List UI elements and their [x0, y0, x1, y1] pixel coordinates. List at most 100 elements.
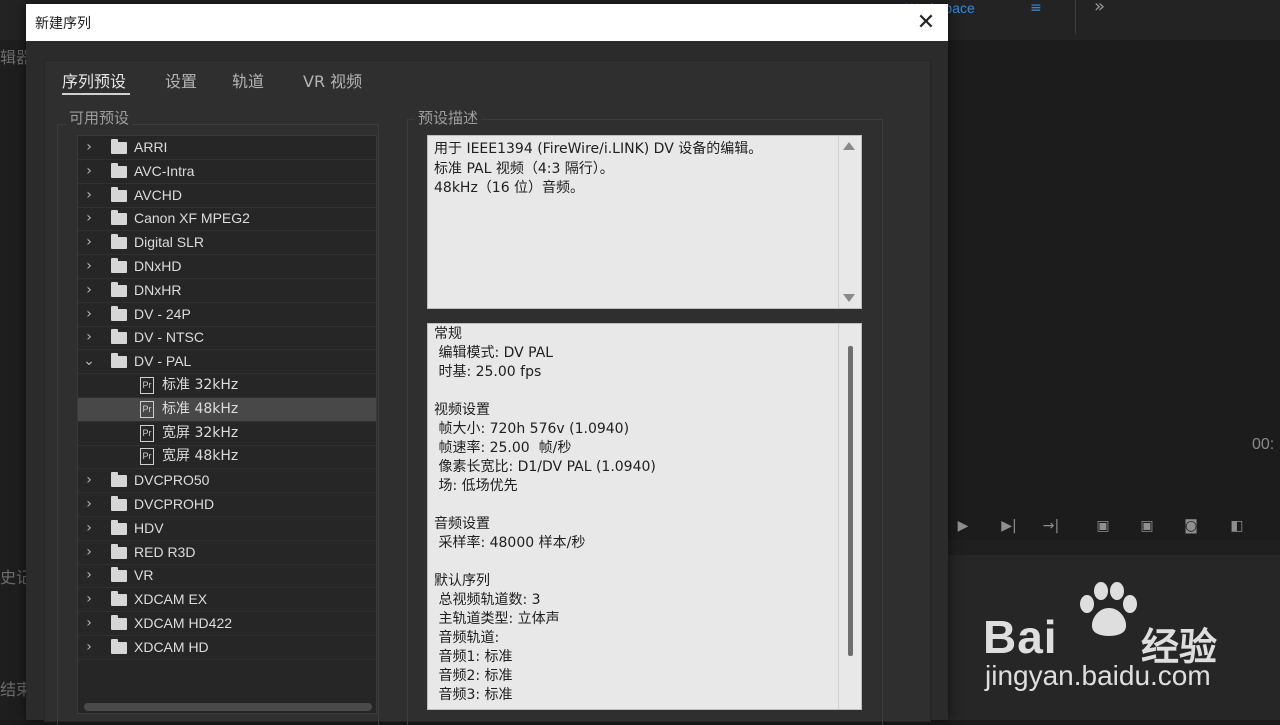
- preset-folder-label: AVCHD: [134, 186, 182, 203]
- folder-icon: [111, 162, 127, 178]
- preset-detail-line: 视频设置: [434, 402, 490, 418]
- preset-folder-row[interactable]: › XDCAM HD422: [78, 612, 376, 636]
- folder-icon: [111, 472, 127, 488]
- preset-folder-row[interactable]: › ARRI: [78, 136, 376, 160]
- preset-tree[interactable]: › XDCAM HD › XDCAM HD422 › XDCAM EX › VR › RED R3…: [77, 135, 377, 714]
- compare-icon[interactable]: ◧: [1226, 515, 1248, 537]
- chevron-right-icon[interactable]: ›: [82, 469, 96, 492]
- scroll-up-icon[interactable]: [843, 142, 855, 150]
- preset-item-label: 标准 48kHz: [162, 400, 239, 417]
- folder-icon: [111, 638, 127, 654]
- play-icon[interactable]: ▶: [952, 515, 974, 537]
- scrollbar-thumb[interactable]: [848, 346, 853, 656]
- chevron-right-icon[interactable]: ›: [82, 588, 96, 611]
- preset-folder-label: DV - NTSC: [134, 329, 204, 346]
- scroll-down-icon[interactable]: [843, 294, 855, 302]
- tab-settings[interactable]: 设置: [165, 68, 197, 92]
- chevron-right-icon[interactable]: ›: [82, 517, 96, 540]
- preset-folder-row[interactable]: › DV - NTSC: [78, 326, 376, 351]
- insert-icon[interactable]: ▣: [1092, 515, 1114, 537]
- preset-detail-line: 时基: 25.00 fps: [434, 364, 542, 380]
- preset-detail-line: 总视频轨道数: 3: [434, 592, 541, 608]
- preset-detail-line: 主轨道类型: 立体声: [434, 611, 560, 627]
- go-to-out-icon[interactable]: →|: [1040, 515, 1062, 537]
- double-chevron-right-icon[interactable]: »: [1094, 0, 1105, 17]
- preset-detail-line: 音频3: 标准: [434, 687, 513, 703]
- preset-item-row[interactable]: Pr 标准 32kHz: [78, 374, 376, 398]
- preset-description-label: 预设描述: [415, 107, 482, 128]
- premiere-preset-icon: Pr: [140, 377, 154, 394]
- camera-icon[interactable]: ◙: [1180, 515, 1202, 537]
- preset-folder-row[interactable]: › HDV: [78, 517, 376, 541]
- chevron-right-icon[interactable]: ›: [82, 207, 96, 230]
- preset-folder-label: DVCPROHD: [134, 496, 215, 512]
- preset-folder-label: RED R3D: [134, 543, 196, 560]
- horizontal-scrollbar[interactable]: [84, 703, 372, 711]
- preset-folder-row[interactable]: › Digital SLR: [78, 231, 376, 256]
- chevron-right-icon[interactable]: ›: [82, 564, 96, 587]
- vertical-scrollbar[interactable]: [838, 324, 861, 709]
- chevron-right-icon[interactable]: ›: [82, 136, 96, 159]
- preset-item-label: 标准 32kHz: [162, 377, 239, 393]
- preset-detail-line: 帧大小: 720h 576v (1.0940): [434, 421, 630, 437]
- chevron-right-icon[interactable]: ›: [82, 612, 96, 635]
- premiere-preset-icon: Pr: [140, 448, 154, 466]
- tab-tracks[interactable]: 轨道: [232, 68, 264, 92]
- preset-folder-label: Digital SLR: [134, 234, 205, 251]
- chevron-down-icon[interactable]: ⌄: [82, 350, 96, 373]
- preset-description-box[interactable]: 用于 IEEE1394 (FireWire/i.LINK) DV 设备的编辑。 …: [427, 135, 862, 309]
- folder-icon: [111, 234, 127, 250]
- preset-folder-row[interactable]: › DNxHD: [78, 255, 376, 279]
- close-button[interactable]: ✕: [904, 4, 948, 41]
- preset-folder-label: DNxHD: [134, 258, 182, 274]
- chevron-right-icon[interactable]: ›: [82, 279, 96, 302]
- chevron-right-icon[interactable]: ›: [82, 541, 96, 564]
- preset-detail-line: 编辑模式: DV PAL: [434, 345, 554, 361]
- chevron-right-icon[interactable]: ›: [82, 303, 96, 326]
- preset-folder-label: AVC-Intra: [134, 162, 195, 179]
- tab-sequence-presets[interactable]: 序列预设: [62, 68, 130, 95]
- preset-folder-row[interactable]: › XDCAM EX: [78, 588, 376, 613]
- preset-item-row[interactable]: Pr 标准 48kHz: [78, 397, 376, 422]
- left-panel-fragment: 结束: [0, 680, 26, 699]
- preset-item-row[interactable]: Pr 宽屏 32kHz: [78, 422, 376, 446]
- preset-details-box[interactable]: 音频3: 标准 音频2: 标准 音频1: 标准 音频轨道: 主轨道类型: 立体声…: [427, 323, 862, 710]
- preset-folder-row[interactable]: › DNxHR: [78, 279, 376, 303]
- preset-item-row[interactable]: Pr 宽屏 48kHz: [78, 445, 376, 470]
- preset-detail-line: 常规: [434, 326, 462, 342]
- preset-folder-row[interactable]: › VR: [78, 564, 376, 589]
- preset-folder-row[interactable]: › DVCPRO50: [78, 469, 376, 494]
- preset-folder-row[interactable]: › Canon XF MPEG2: [78, 207, 376, 232]
- paw-icon: [1080, 582, 1137, 636]
- chevron-right-icon[interactable]: ›: [82, 255, 96, 278]
- hamburger-icon[interactable]: ≡: [1030, 0, 1042, 16]
- preset-folder-row[interactable]: › DV - 24P: [78, 303, 376, 327]
- step-forward-icon[interactable]: ▶|: [998, 515, 1020, 537]
- preset-folder-label: ARRI: [134, 139, 168, 155]
- available-presets-label: 可用预设: [66, 107, 133, 128]
- preset-folder-label: VR: [134, 567, 154, 584]
- chevron-right-icon[interactable]: ›: [82, 326, 96, 349]
- preset-folder-label: HDV: [134, 519, 164, 536]
- vertical-scrollbar[interactable]: [838, 136, 861, 308]
- close-icon: ✕: [916, 10, 936, 35]
- preset-folder-row[interactable]: › AVC-Intra: [78, 160, 376, 184]
- chevron-right-icon[interactable]: ›: [82, 160, 96, 183]
- folder-icon: [111, 186, 127, 202]
- chevron-right-icon[interactable]: ›: [82, 493, 96, 516]
- preset-folder-label: XDCAM HD422: [134, 615, 233, 631]
- tab-vr-video[interactable]: VR 视频: [303, 68, 362, 92]
- left-panel-fragment: 辑器: [0, 48, 26, 67]
- preset-folder-row[interactable]: › XDCAM HD: [78, 636, 376, 660]
- chevron-right-icon[interactable]: ›: [82, 231, 96, 254]
- overwrite-icon[interactable]: ▣: [1136, 515, 1158, 537]
- preset-folder-row[interactable]: ⌄ DV - PAL: [78, 350, 376, 375]
- folder-icon: [111, 496, 127, 511]
- chevron-right-icon[interactable]: ›: [82, 636, 96, 659]
- chevron-right-icon[interactable]: ›: [82, 184, 96, 207]
- folder-icon: [111, 543, 127, 559]
- folder-icon: [111, 139, 127, 154]
- preset-folder-row[interactable]: › RED R3D: [78, 541, 376, 565]
- preset-folder-row[interactable]: › DVCPROHD: [78, 493, 376, 517]
- preset-folder-row[interactable]: › AVCHD: [78, 184, 376, 208]
